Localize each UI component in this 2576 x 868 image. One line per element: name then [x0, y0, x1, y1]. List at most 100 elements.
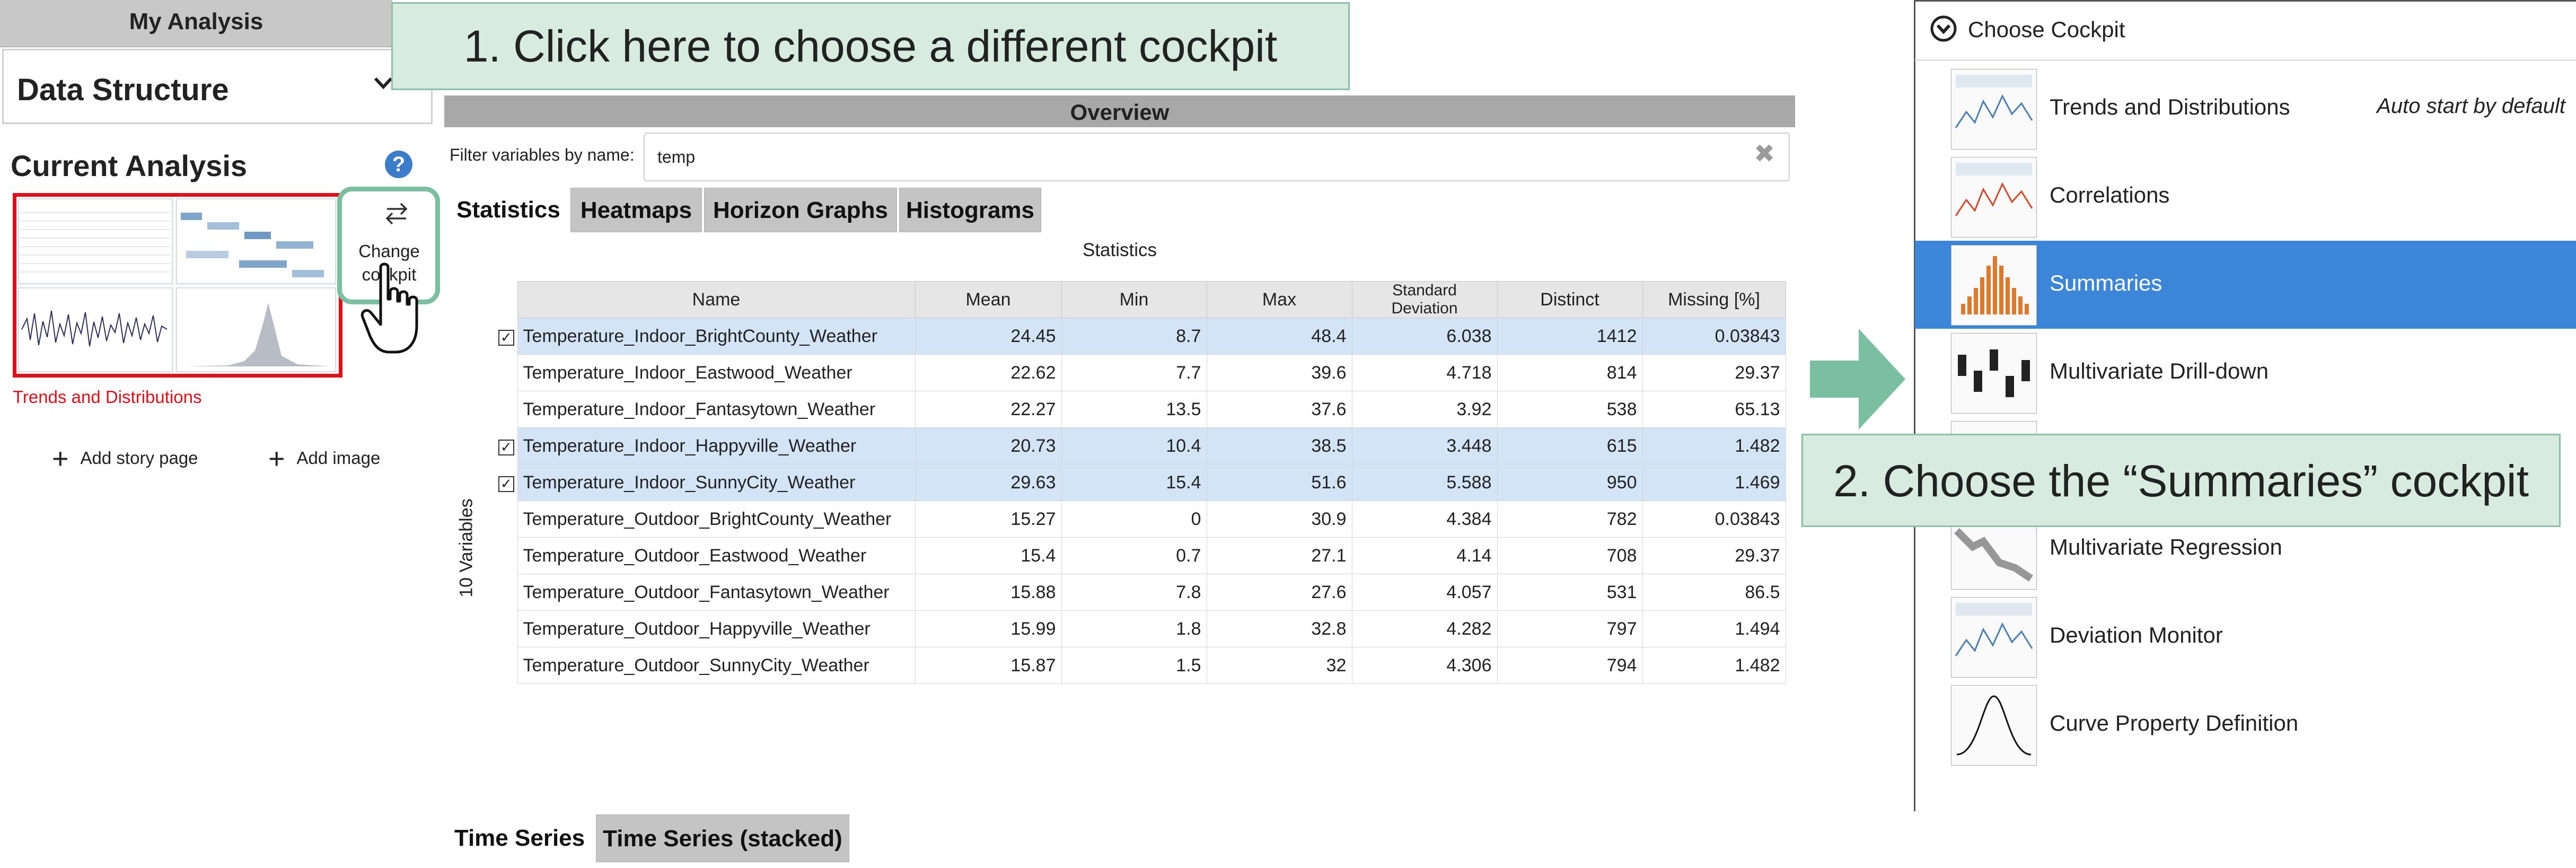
tab-statistics[interactable]: Statistics — [449, 188, 568, 232]
row-checkbox-cell[interactable] — [495, 501, 517, 538]
row-checkbox-cell[interactable] — [495, 391, 517, 428]
cell-max: 39.6 — [1206, 354, 1352, 391]
table-row[interactable]: Temperature_Outdoor_BrightCounty_Weather… — [495, 501, 1786, 538]
checkbox-checked-icon[interactable]: ✓ — [498, 329, 514, 346]
row-checkbox-cell[interactable] — [495, 610, 517, 647]
table-row[interactable]: Temperature_Indoor_Eastwood_Weather 22.62… — [495, 354, 1786, 391]
table-row[interactable]: Temperature_Outdoor_Eastwood_Weather 15.4… — [495, 537, 1786, 574]
tab-horizon-graphs[interactable]: Horizon Graphs — [704, 188, 897, 232]
cell-name: Temperature_Outdoor_BrightCounty_Weather — [517, 501, 916, 538]
callout-1-text: 1. Click here to choose a different cock… — [463, 21, 1278, 71]
column-header-name[interactable]: Name — [517, 281, 916, 318]
cell-max: 32.8 — [1206, 610, 1352, 647]
table-header-row: Name Mean Min Max Standard Deviation Dis… — [495, 281, 1786, 318]
filter-input[interactable] — [644, 133, 1790, 181]
checkbox-checked-icon[interactable]: ✓ — [498, 439, 514, 455]
collapse-circle-icon[interactable] — [1930, 15, 1957, 42]
cockpit-thumbnail — [1951, 69, 2037, 150]
cell-max: 48.4 — [1206, 318, 1352, 355]
table-row[interactable]: ✓ Temperature_Indoor_Happyville_Weather 20… — [495, 427, 1786, 464]
cockpit-thumbnail — [1951, 245, 2037, 326]
cell-name: Temperature_Outdoor_Eastwood_Weather — [517, 537, 916, 574]
cell-mean: 15.87 — [915, 647, 1062, 684]
cell-mean: 24.45 — [915, 318, 1062, 355]
cockpit-item[interactable]: Correlations — [1915, 153, 2576, 241]
cell-std: 4.14 — [1351, 537, 1498, 574]
cell-max: 37.6 — [1206, 391, 1352, 428]
row-checkbox-cell[interactable] — [495, 537, 517, 574]
row-checkbox-cell[interactable] — [495, 354, 517, 391]
plus-icon: + — [268, 443, 285, 475]
cell-min: 7.8 — [1061, 574, 1207, 611]
swap-arrows-icon — [385, 203, 408, 225]
thumbnail-image — [16, 197, 339, 374]
variables-count-text: 10 Variables — [456, 498, 477, 598]
cell-std: 4.384 — [1351, 501, 1498, 538]
cell-name: Temperature_Outdoor_SunnyCity_Weather — [517, 647, 916, 684]
table-row[interactable]: Temperature_Outdoor_Happyville_Weather 15… — [495, 610, 1786, 647]
column-header-std[interactable]: Standard Deviation — [1351, 281, 1498, 318]
cell-name: Temperature_Indoor_Fantasytown_Weather — [517, 391, 916, 428]
cell-max: 30.9 — [1206, 501, 1352, 538]
cell-missing: 65.13 — [1642, 391, 1786, 428]
cell-std: 4.718 — [1351, 354, 1498, 391]
cell-name: Temperature_Indoor_Eastwood_Weather — [517, 354, 916, 391]
callout-2-text: 2. Choose the “Summaries” cockpit — [1833, 456, 2529, 506]
table-body: ✓ Temperature_Indoor_BrightCounty_Weather… — [495, 318, 1786, 684]
cockpit-thumbnail — [1951, 685, 2037, 766]
checkbox-checked-icon[interactable]: ✓ — [498, 476, 514, 492]
cell-missing: 86.5 — [1642, 574, 1786, 611]
column-header-distinct[interactable]: Distinct — [1497, 281, 1643, 318]
add-story-page-button[interactable]: + Add story page — [52, 438, 198, 475]
cell-distinct: 794 — [1497, 647, 1643, 684]
add-image-label: Add image — [296, 448, 381, 468]
variables-count-label: 10 Variables — [456, 498, 477, 598]
cell-name: Temperature_Outdoor_Happyville_Weather — [517, 610, 916, 647]
cell-min: 15.4 — [1061, 464, 1207, 501]
cell-std: 4.282 — [1351, 610, 1498, 647]
overview-header: Overview — [444, 95, 1795, 127]
tab-time-series[interactable]: Time Series — [449, 814, 591, 862]
my-analysis-title: My Analysis — [129, 8, 263, 34]
current-analysis-title: Current Analysis — [11, 149, 248, 182]
cockpit-item[interactable]: Summaries — [1915, 241, 2576, 329]
table-row[interactable]: Temperature_Outdoor_Fantasytown_Weather 1… — [495, 574, 1786, 611]
column-header-mean[interactable]: Mean — [915, 281, 1062, 318]
cell-min: 0 — [1061, 501, 1207, 538]
cockpit-item[interactable]: Curve Property Definition — [1915, 681, 2576, 769]
cockpit-thumbnail — [1951, 597, 2037, 678]
cell-max: 27.1 — [1206, 537, 1352, 574]
table-row[interactable]: Temperature_Outdoor_SunnyCity_Weather 15.… — [495, 647, 1786, 684]
row-checkbox-cell[interactable] — [495, 574, 517, 611]
row-checkbox-cell[interactable]: ✓ — [495, 427, 517, 464]
column-header-max[interactable]: Max — [1206, 281, 1352, 318]
clear-filter-icon[interactable]: ✖ — [1754, 139, 1775, 169]
cell-mean: 20.73 — [915, 427, 1062, 464]
cell-mean: 22.27 — [915, 391, 1062, 428]
cockpit-item[interactable]: Multivariate Drill-down — [1915, 329, 2576, 417]
cell-missing: 0.03843 — [1642, 501, 1786, 538]
cockpit-item[interactable]: Trends and Distributions Auto start by de… — [1915, 65, 2576, 153]
row-checkbox-cell[interactable]: ✓ — [495, 464, 517, 501]
cell-min: 1.5 — [1061, 647, 1207, 684]
row-checkbox-cell[interactable] — [495, 647, 517, 684]
tab-histograms[interactable]: Histograms — [899, 188, 1041, 232]
choose-cockpit-title: Choose Cockpit — [1968, 17, 2125, 42]
column-header-min[interactable]: Min — [1061, 281, 1207, 318]
cockpit-item-label: Curve Property Definition — [2050, 711, 2299, 735]
column-header-missing[interactable]: Missing [%] — [1642, 281, 1786, 318]
tab-time-series-stacked[interactable]: Time Series (stacked) — [596, 814, 849, 862]
add-story-page-label: Add story page — [80, 448, 198, 468]
add-image-button[interactable]: + Add image — [268, 438, 381, 475]
row-checkbox-cell[interactable]: ✓ — [495, 318, 517, 355]
cell-mean: 15.99 — [915, 610, 1062, 647]
cockpit-item-note: Auto start by default — [2377, 94, 2565, 118]
table-row[interactable]: ✓ Temperature_Indoor_SunnyCity_Weather 29.… — [495, 464, 1786, 501]
table-row[interactable]: ✓ Temperature_Indoor_BrightCounty_Weather… — [495, 318, 1786, 355]
cockpit-item[interactable]: Deviation Monitor — [1915, 593, 2576, 681]
current-analysis-thumbnail[interactable] — [13, 193, 342, 378]
table-row[interactable]: Temperature_Indoor_Fantasytown_Weather 22… — [495, 391, 1786, 428]
tab-heatmaps[interactable]: Heatmaps — [570, 188, 702, 232]
cell-distinct: 950 — [1497, 464, 1643, 501]
help-icon[interactable]: ? — [385, 151, 412, 178]
